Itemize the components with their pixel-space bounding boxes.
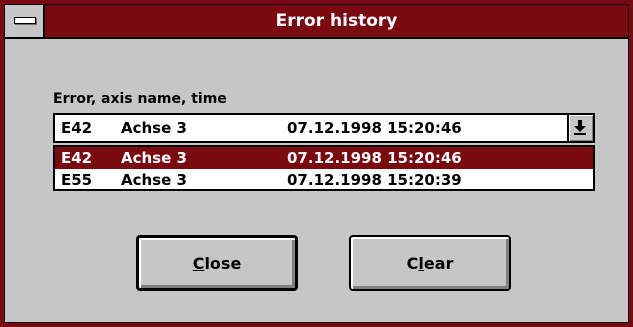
list-item[interactable]: E55 Achse 3 07.12.1998 15:20:39 (55, 169, 593, 191)
error-dropdown-list[interactable]: E42 Achse 3 07.12.1998 15:20:46 E55 Achs… (53, 145, 595, 191)
error-combobox[interactable]: E42 Achse 3 07.12.1998 15:20:46 (53, 113, 595, 143)
axis-name: Achse 3 (121, 149, 187, 167)
error-history-window: Error history Error, axis name, time E42… (0, 0, 633, 327)
error-code: E42 (61, 119, 93, 137)
error-time: 07.12.1998 15:20:39 (287, 171, 462, 189)
error-list-label: Error, axis name, time (53, 91, 227, 107)
close-mnemonic: C (192, 253, 205, 273)
error-time: 07.12.1998 15:20:46 (287, 149, 462, 167)
error-code: E55 (61, 171, 93, 189)
error-code: E42 (61, 149, 93, 167)
dropdown-arrow-icon (574, 120, 586, 135)
error-time: 07.12.1998 15:20:46 (287, 119, 462, 137)
window-title: Error history (275, 11, 398, 31)
dialog-client-area: Error, axis name, time E42 Achse 3 07.12… (5, 41, 628, 322)
list-item[interactable]: E42 Achse 3 07.12.1998 15:20:46 (55, 147, 593, 169)
system-menu-button[interactable] (5, 5, 45, 37)
window-frame: Error history Error, axis name, time E42… (4, 4, 629, 323)
system-menu-icon (14, 17, 36, 24)
clear-button[interactable]: Clear (349, 235, 511, 291)
clear-label-rest: ear (423, 253, 454, 273)
title-bar[interactable]: Error history (5, 5, 628, 39)
combo-selected-value: E42 Achse 3 07.12.1998 15:20:46 (55, 117, 565, 139)
clear-label-pre: C (406, 253, 419, 273)
axis-name: Achse 3 (121, 171, 187, 189)
combo-dropdown-button[interactable] (567, 115, 593, 141)
axis-name: Achse 3 (121, 119, 187, 137)
close-label-rest: lose (204, 253, 242, 273)
close-button[interactable]: Close (136, 235, 298, 291)
